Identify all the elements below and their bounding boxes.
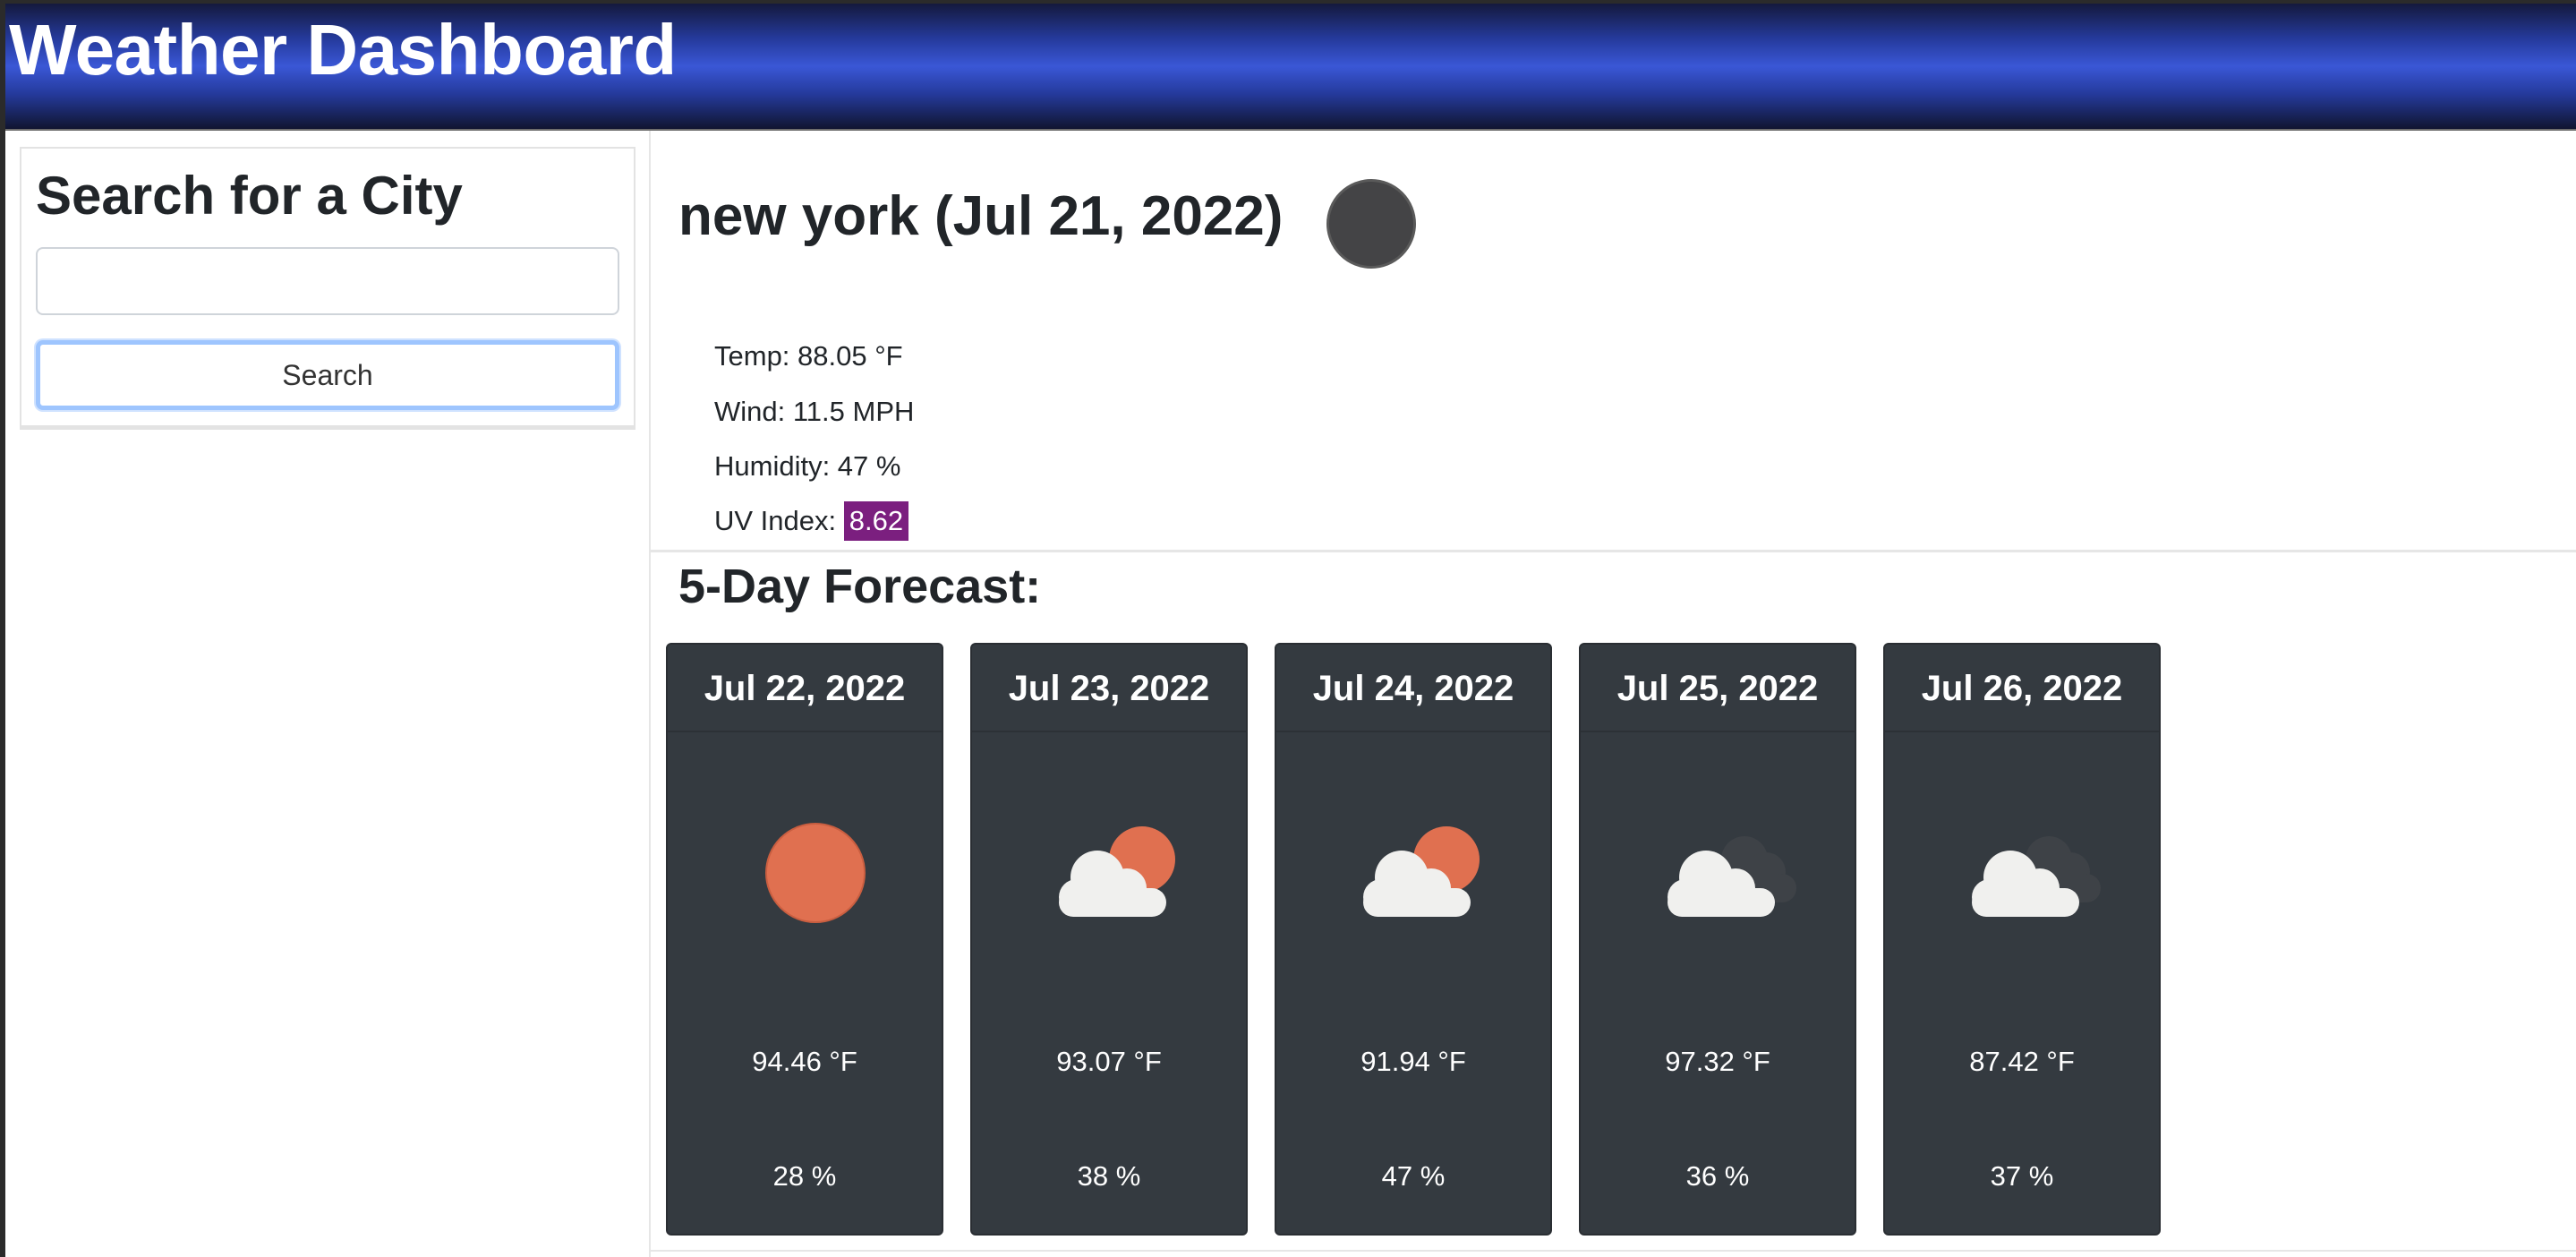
section-divider [651,550,2576,552]
uv-label: UV Index: [714,505,844,536]
forecast-temp: 87.42 °F [1969,1046,2075,1077]
current-temp: Temp: 88.05 °F [714,340,903,372]
forecast-card: Jul 25, 2022 97.32 °F 36 % [1579,643,1856,1236]
current-uv-row: UV Index: 8.62 [714,501,909,541]
forecast-date: Jul 25, 2022 [1581,645,1855,732]
panel-divider [649,131,651,1257]
current-humidity: Humidity: 47 % [714,450,901,482]
forecast-card: Jul 22, 2022 94.46 °F 28 % [666,643,943,1236]
forecast-temp: 97.32 °F [1665,1046,1770,1077]
forecast-temp: 93.07 °F [1056,1046,1162,1077]
uv-badge: 8.62 [843,501,909,541]
header-bar: Weather Dashboard [5,4,2576,131]
forecast-card: Jul 24, 2022 91.94 °F 47 % [1275,643,1552,1236]
forecast-temp: 91.94 °F [1361,1046,1466,1077]
forecast-humidity: 28 % [772,1160,837,1192]
partly-cloudy-icon [1363,826,1480,917]
weather-icon-dark-circle [1326,179,1416,269]
partly-cloudy-icon [1059,826,1175,917]
forecast-date: Jul 23, 2022 [972,645,1246,732]
current-wind: Wind: 11.5 MPH [714,396,915,427]
search-panel: Search for a City Search [20,147,635,430]
city-search-input[interactable] [36,247,619,315]
bottom-divider [651,1250,2576,1252]
forecast-humidity: 47 % [1381,1160,1446,1192]
forecast-humidity: 38 % [1077,1160,1141,1192]
forecast-temp: 94.46 °F [752,1046,857,1077]
forecast-date: Jul 24, 2022 [1276,645,1550,732]
current-city-title: new york (Jul 21, 2022) [678,185,1284,247]
sun-icon [765,823,866,923]
forecast-card: Jul 23, 2022 93.07 °F 38 % [970,643,1248,1236]
page-title: Weather Dashboard [9,10,677,90]
search-heading: Search for a City [36,166,463,226]
forecast-title: 5-Day Forecast: [678,560,1042,613]
search-button[interactable]: Search [36,340,619,410]
forecast-date: Jul 22, 2022 [668,645,942,732]
cloudy-icon [1668,836,1796,917]
forecast-date: Jul 26, 2022 [1885,645,2159,732]
forecast-humidity: 37 % [1990,1160,2054,1192]
forecast-card: Jul 26, 2022 87.42 °F 37 % [1883,643,2161,1236]
cloudy-icon [1972,836,2101,917]
forecast-humidity: 36 % [1685,1160,1750,1192]
